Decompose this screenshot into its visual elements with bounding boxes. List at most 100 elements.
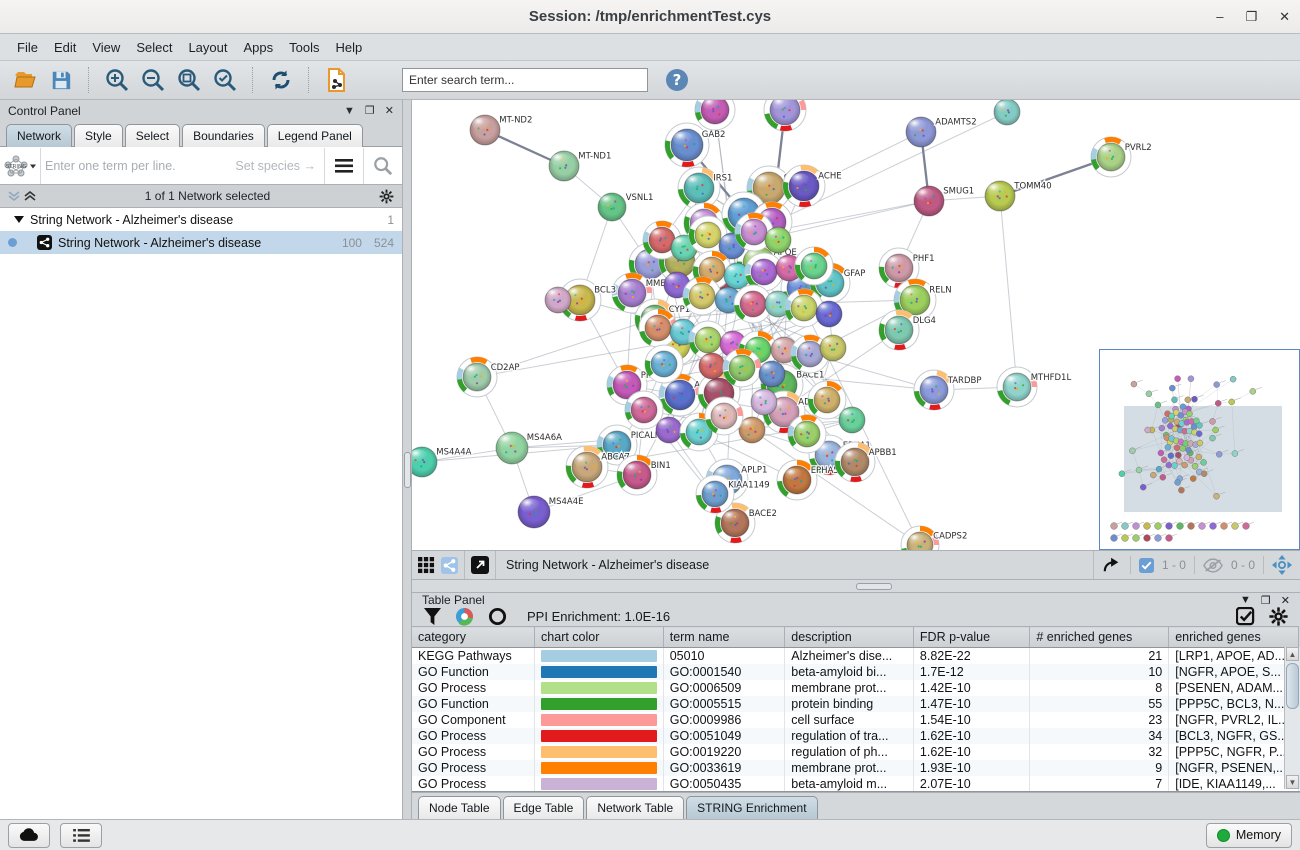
svg-text:GAB2: GAB2 — [702, 130, 726, 140]
zoom-fit-button[interactable] — [174, 65, 204, 95]
column-header-description[interactable]: description — [785, 627, 914, 648]
close-panel-icon[interactable]: ✕ — [385, 104, 394, 117]
zoom-in-button[interactable] — [102, 65, 132, 95]
column-header-chart-color[interactable]: chart color — [535, 627, 664, 648]
tab-edge-table[interactable]: Edge Table — [503, 796, 585, 819]
table-scrollbar[interactable]: ▲ ▼ — [1284, 647, 1300, 789]
cell: GO:0006509 — [663, 680, 785, 696]
save-icon — [50, 69, 72, 91]
menu-tools[interactable]: Tools — [282, 37, 326, 58]
hamburger-icon — [335, 159, 353, 173]
cell: GO Function — [412, 664, 535, 680]
svg-text:SMUG1: SMUG1 — [943, 187, 974, 197]
zoom-out-button[interactable] — [138, 65, 168, 95]
save-session-button[interactable] — [46, 65, 76, 95]
birds-eye-view[interactable] — [1099, 349, 1300, 550]
table-row[interactable]: KEGG Pathways05010Alzheimer's dise...8.8… — [412, 648, 1299, 664]
column-header-term-name[interactable]: term name — [663, 627, 785, 648]
horizontal-splitter[interactable] — [412, 580, 1300, 593]
scrollbar-thumb[interactable] — [1286, 663, 1299, 709]
cloud-tasks-button[interactable] — [8, 823, 50, 848]
tab-style[interactable]: Style — [74, 124, 123, 147]
table-settings-gear-icon[interactable] — [1269, 607, 1288, 626]
main-toolbar: ? — [0, 61, 1300, 100]
rings-icon[interactable] — [488, 607, 507, 626]
tab-legend-panel[interactable]: Legend Panel — [267, 124, 363, 147]
table-panel-menu-icon[interactable]: ▼ — [1240, 594, 1251, 606]
string-options-button[interactable] — [324, 148, 363, 184]
table-row[interactable]: GO ProcessGO:0033619membrane prot...1.93… — [412, 760, 1299, 776]
network-from-file-button[interactable] — [322, 65, 352, 95]
column-header-enriched-genes[interactable]: enriched genes — [1169, 627, 1299, 648]
column-header-category[interactable]: category — [412, 627, 535, 648]
menu-edit[interactable]: Edit — [47, 37, 83, 58]
set-species-hint[interactable]: Set species → — [235, 159, 324, 173]
ppi-enrichment-value: PPI Enrichment: 1.0E-16 — [527, 609, 670, 624]
tab-node-table[interactable]: Node Table — [418, 796, 501, 819]
collection-name: String Network - Alzheimer's disease — [30, 213, 375, 227]
table-row[interactable]: GO ProcessGO:0006509membrane prot...1.42… — [412, 680, 1299, 696]
table-row[interactable]: GO ProcessGO:0050435beta-amyloid m...2.0… — [412, 776, 1299, 792]
expand-all-icon[interactable] — [24, 190, 36, 202]
scroll-up-arrow[interactable]: ▲ — [1286, 647, 1299, 661]
tab-select[interactable]: Select — [125, 124, 180, 147]
filter-icon[interactable] — [424, 608, 441, 625]
refresh-button[interactable] — [266, 65, 296, 95]
grid-view-icon[interactable] — [418, 557, 435, 574]
scroll-down-arrow[interactable]: ▼ — [1286, 775, 1299, 789]
search-input[interactable] — [402, 68, 648, 92]
table-row[interactable]: GO FunctionGO:0005515protein binding1.47… — [412, 696, 1299, 712]
open-session-button[interactable] — [10, 65, 40, 95]
birdseye-toggle-icon[interactable] — [1272, 555, 1292, 575]
tree-expand-icon[interactable] — [14, 215, 24, 224]
memory-button[interactable]: Memory — [1206, 823, 1292, 848]
svg-text:BACE2: BACE2 — [749, 509, 777, 519]
select-columns-icon[interactable] — [1236, 607, 1255, 626]
menu-apps[interactable]: Apps — [237, 37, 281, 58]
string-terms-input[interactable] — [41, 159, 235, 173]
menu-layout[interactable]: Layout — [181, 37, 234, 58]
horizontal-splitter-handle[interactable] — [856, 583, 892, 590]
tab-network[interactable]: Network — [6, 124, 72, 147]
svg-text:ACHE: ACHE — [818, 172, 841, 182]
column-header-FDR-p-value[interactable]: FDR p-value — [913, 627, 1029, 648]
maximize-button[interactable]: ❐ — [1245, 9, 1257, 25]
collapse-all-icon[interactable] — [8, 190, 20, 202]
zoom-selected-button[interactable] — [210, 65, 240, 95]
float-panel-icon[interactable]: ❐ — [365, 104, 375, 117]
table-float-icon[interactable]: ❐ — [1261, 594, 1271, 607]
enrichment-chart-icon[interactable] — [455, 607, 474, 626]
menu-help[interactable]: Help — [329, 37, 370, 58]
hidden-count: 0 - 0 — [1231, 558, 1255, 572]
task-history-button[interactable] — [60, 823, 102, 848]
table-row[interactable]: GO ProcessGO:0019220regulation of ph...1… — [412, 744, 1299, 760]
string-search-button[interactable] — [363, 148, 402, 184]
menu-file[interactable]: File — [10, 37, 45, 58]
table-close-icon[interactable]: ✕ — [1281, 594, 1290, 607]
table-row[interactable]: GO ProcessGO:0051049regulation of tra...… — [412, 728, 1299, 744]
share-network-icon[interactable] — [441, 557, 458, 574]
table-row[interactable]: GO ComponentGO:0009986cell surface1.54E-… — [412, 712, 1299, 728]
gear-icon[interactable] — [379, 189, 394, 204]
network-row[interactable]: String Network - Alzheimer's disease 100… — [0, 231, 402, 254]
panel-splitter[interactable] — [403, 100, 412, 819]
menu-view[interactable]: View — [85, 37, 127, 58]
table-row[interactable]: GO FunctionGO:0001540beta-amyloid bi...1… — [412, 664, 1299, 680]
column-header-enriched-genes[interactable]: # enriched genes — [1030, 627, 1169, 648]
open-in-window-icon[interactable] — [471, 556, 489, 574]
splitter-handle[interactable] — [404, 452, 411, 488]
help-button[interactable]: ? — [662, 65, 692, 95]
panel-menu-icon[interactable]: ▼ — [344, 105, 355, 117]
tab-string-enrichment[interactable]: STRING Enrichment — [686, 796, 817, 819]
string-protein-query-button[interactable]: STRING — [0, 148, 41, 184]
tab-network-table[interactable]: Network Table — [586, 796, 684, 819]
cell-chart-color — [535, 712, 664, 728]
tab-boundaries[interactable]: Boundaries — [182, 124, 265, 147]
network-collection-row[interactable]: String Network - Alzheimer's disease 1 — [0, 208, 402, 231]
menu-select[interactable]: Select — [129, 37, 179, 58]
close-button[interactable]: ✕ — [1279, 9, 1290, 25]
export-network-icon[interactable] — [1102, 556, 1122, 574]
network-canvas[interactable]: MT-ND2MT-ND1VSNL1GAB2ADAMTS2PVRL2SMUG1TO… — [412, 100, 1300, 551]
cell: 10 — [1030, 664, 1169, 680]
minimize-button[interactable]: – — [1216, 9, 1223, 24]
